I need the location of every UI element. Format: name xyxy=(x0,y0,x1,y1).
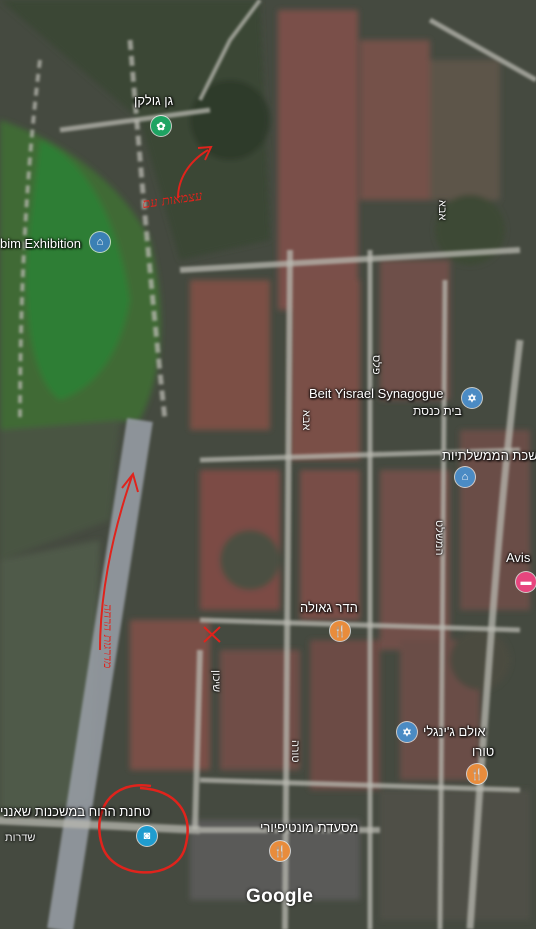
street-label: אבא xyxy=(436,200,448,221)
poi-label[interactable]: Beit Yisrael Synagogue xyxy=(309,386,443,401)
poi-sublabel: בית כנסת xyxy=(413,404,462,418)
museum-icon[interactable]: ⌂ xyxy=(455,467,475,487)
street-label: שדרות xyxy=(5,832,36,844)
satellite-map[interactable]: עצמאות עם מדרגות הרחה אבא אבא המשלט פלס … xyxy=(0,0,536,929)
poi-label[interactable]: שכת הממשלתיות xyxy=(442,448,536,463)
street-label: טורה xyxy=(289,740,301,763)
street-label: המשלט xyxy=(433,520,445,556)
poi-label[interactable]: טורו xyxy=(472,744,494,759)
street-label: פלס xyxy=(370,355,382,375)
street-label: אבא xyxy=(300,410,312,431)
museum-icon[interactable]: ⌂ xyxy=(90,232,110,252)
restaurant-icon[interactable]: 🍴 xyxy=(270,841,290,861)
google-logo: Google xyxy=(246,886,314,907)
annotation-text-path: מדרגות הרחה xyxy=(101,604,115,669)
poi-label[interactable]: טחנת הרוח במשכנות שאנני xyxy=(0,804,151,819)
restaurant-icon[interactable]: 🍴 xyxy=(467,764,487,784)
poi-label[interactable]: אולם ג'ינגלי xyxy=(423,724,486,739)
street-label: שיכון xyxy=(210,670,222,693)
restaurant-icon[interactable]: 🍴 xyxy=(330,621,350,641)
hotel-icon[interactable]: ▬ xyxy=(516,572,536,592)
camera-icon[interactable]: ◙ xyxy=(137,826,157,846)
poi-label[interactable]: מסעדת מונטיפיורי xyxy=(260,820,358,835)
annotation-layer xyxy=(98,145,221,874)
poi-label[interactable]: bim Exhibition xyxy=(0,236,81,251)
poi-label[interactable]: גן גולקן xyxy=(134,93,173,108)
synagogue-icon[interactable]: ✡ xyxy=(397,722,417,742)
synagogue-icon[interactable]: ✡ xyxy=(462,388,482,408)
park-icon[interactable]: ✿ xyxy=(151,116,171,136)
poi-label[interactable]: הדר גאולה xyxy=(300,600,358,615)
poi-label[interactable]: Avis xyxy=(506,550,530,565)
